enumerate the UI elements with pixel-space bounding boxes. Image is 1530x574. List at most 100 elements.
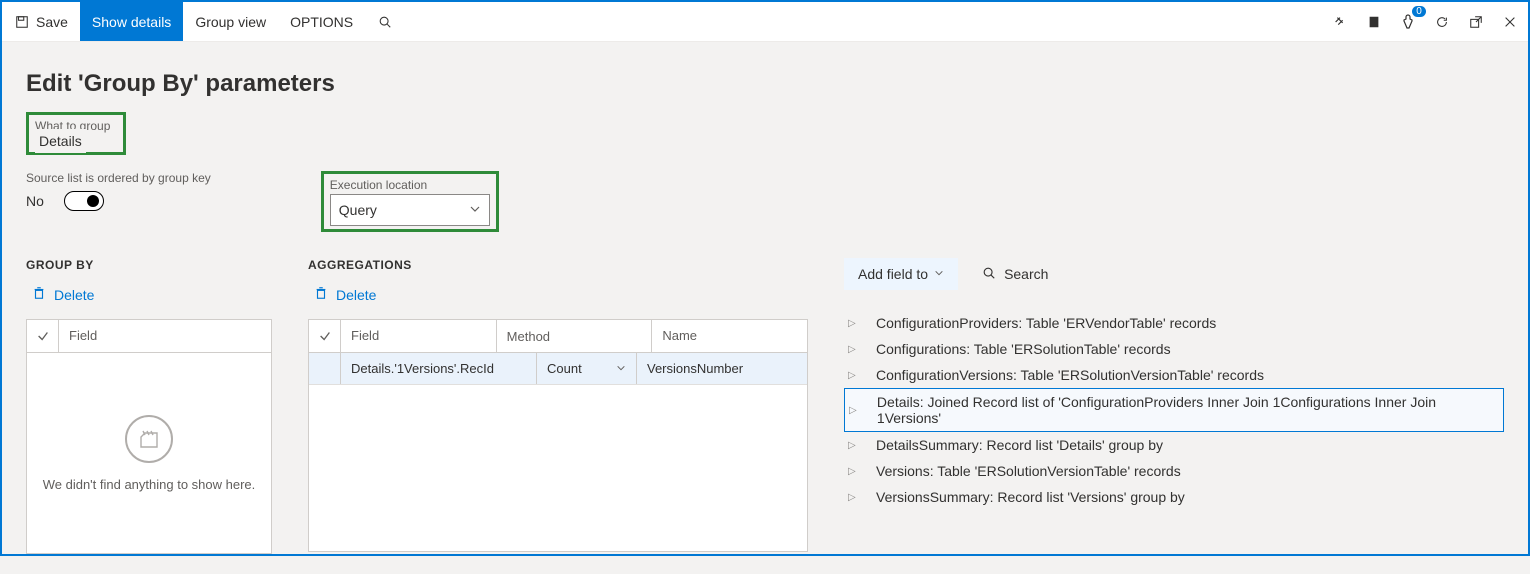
agg-col-method[interactable]: Method (497, 320, 653, 352)
show-details-label: Show details (92, 14, 171, 30)
trash-icon (32, 286, 46, 303)
group-by-grid-header: Field (27, 320, 271, 353)
show-details-button[interactable]: Show details (80, 2, 183, 41)
notif-badge: 0 (1412, 6, 1426, 17)
close-icon[interactable] (1500, 12, 1520, 32)
popout-icon[interactable] (1466, 12, 1486, 32)
group-by-section: GROUP BY Delete Field We (26, 258, 272, 554)
exec-loc-label: Execution location (330, 178, 427, 192)
chevron-down-icon (934, 267, 944, 281)
tree-item[interactable]: ▷ Details: Joined Record list of 'Configu… (844, 388, 1504, 432)
tree-toolbar: Add field to Search (844, 258, 1504, 290)
options-row: Source list is ordered by group key No E… (26, 171, 1504, 232)
attach-icon[interactable] (1330, 12, 1350, 32)
ordered-toggle[interactable] (64, 191, 104, 211)
group-by-empty: We didn't find anything to show here. (27, 353, 271, 553)
table-row[interactable]: Details.'1Versions'.RecId Count Versions… (309, 353, 807, 385)
toolbar-right: 0 (1330, 2, 1528, 41)
tree-item[interactable]: ▷ VersionsSummary: Record list 'Versions'… (844, 484, 1504, 510)
tree-item[interactable]: ▷ Configurations: Table 'ERSolutionTable'… (844, 336, 1504, 362)
page-title: Edit 'Group By' parameters (26, 70, 1504, 98)
main-columns: GROUP BY Delete Field We (26, 258, 1504, 554)
agg-col-field[interactable]: Field (341, 320, 497, 352)
tree-item-label: VersionsSummary: Record list 'Versions' … (876, 489, 1185, 505)
empty-icon (125, 415, 173, 463)
tree-search-label: Search (1004, 266, 1048, 282)
options-label: OPTIONS (290, 14, 353, 30)
search-button[interactable] (365, 2, 405, 41)
tree-item-label: ConfigurationProviders: Table 'ERVendorT… (876, 315, 1216, 331)
group-view-button[interactable]: Group view (183, 2, 278, 41)
expand-arrow-icon[interactable]: ▷ (848, 344, 858, 355)
agg-row-method-value: Count (547, 361, 582, 376)
expand-arrow-icon[interactable]: ▷ (848, 370, 858, 381)
expand-arrow-icon[interactable]: ▷ (848, 492, 858, 503)
refresh-icon[interactable] (1432, 12, 1452, 32)
action-pane: Save Show details Group view OPTIONS 0 (2, 2, 1528, 42)
exec-loc-select[interactable]: Query (330, 194, 490, 226)
office-icon[interactable] (1364, 12, 1384, 32)
what-to-group-value[interactable]: Details (35, 129, 86, 153)
tree-item-label: ConfigurationVersions: Table 'ERSolution… (876, 367, 1264, 383)
what-to-group-value-ext (126, 127, 1504, 155)
ordered-toggle-field: Source list is ordered by group key No (26, 171, 211, 211)
tree-search-button[interactable]: Search (982, 266, 1048, 283)
tree-item[interactable]: ▷ DetailsSummary: Record list 'Details' g… (844, 432, 1504, 458)
expand-arrow-icon[interactable]: ▷ (848, 318, 858, 329)
group-by-delete-label: Delete (54, 287, 94, 303)
aggregations-heading: AGGREGATIONS (308, 258, 808, 272)
search-icon (377, 14, 393, 30)
tree-item[interactable]: ▷ ConfigurationProviders: Table 'ERVendor… (844, 310, 1504, 336)
aggregations-delete-label: Delete (336, 287, 376, 303)
group-by-heading: GROUP BY (26, 258, 272, 272)
save-label: Save (36, 14, 68, 30)
group-view-label: Group view (195, 14, 266, 30)
agg-grid-whitespace (309, 385, 807, 551)
add-field-to-button[interactable]: Add field to (844, 258, 958, 290)
ordered-label: Source list is ordered by group key (26, 171, 211, 185)
agg-row-method[interactable]: Count (537, 353, 637, 384)
agg-row-field[interactable]: Details.'1Versions'.RecId (341, 353, 537, 384)
aggregations-grid-header: Field Method Name (309, 320, 807, 353)
group-by-empty-msg: We didn't find anything to show here. (43, 477, 256, 492)
select-all-checkbox[interactable] (27, 320, 59, 352)
exec-loc-value: Query (339, 202, 377, 218)
tree-item[interactable]: ▷ Versions: Table 'ERSolutionVersionTable… (844, 458, 1504, 484)
agg-row-name[interactable]: VersionsNumber (637, 353, 807, 384)
what-to-group-row: What to group Details (26, 112, 1504, 155)
options-button[interactable]: OPTIONS (278, 2, 365, 41)
tree-list: ▷ ConfigurationProviders: Table 'ERVendor… (844, 310, 1504, 510)
expand-arrow-icon[interactable]: ▷ (848, 466, 858, 477)
tree-item-label: DetailsSummary: Record list 'Details' gr… (876, 437, 1163, 453)
trash-icon (314, 286, 328, 303)
tree-item-label: Details: Joined Record list of 'Configur… (877, 394, 1499, 426)
save-button[interactable]: Save (2, 2, 80, 41)
tree-item-label: Configurations: Table 'ERSolutionTable' … (876, 341, 1171, 357)
aggregations-delete-button[interactable]: Delete (308, 286, 376, 303)
tree-item-label: Versions: Table 'ERSolutionVersionTable'… (876, 463, 1181, 479)
aggregations-grid: Field Method Name Details.'1Versions'.Re… (308, 319, 808, 552)
page-content: Edit 'Group By' parameters What to group… (2, 42, 1528, 574)
ordered-value: No (26, 193, 44, 209)
notifications-icon[interactable]: 0 (1398, 12, 1418, 32)
chevron-down-icon (469, 203, 481, 218)
group-by-col-field[interactable]: Field (59, 320, 271, 352)
row-checkbox[interactable] (309, 353, 341, 384)
chevron-down-icon (616, 362, 626, 376)
what-to-group-highlighted: What to group Details (26, 112, 126, 155)
aggregations-section: AGGREGATIONS Delete Field Method Name (308, 258, 808, 552)
group-by-delete-button[interactable]: Delete (26, 286, 94, 303)
toggle-knob (87, 195, 99, 207)
save-icon (14, 14, 30, 30)
toolbar-left: Save Show details Group view OPTIONS (2, 2, 405, 41)
expand-arrow-icon[interactable]: ▷ (848, 440, 858, 451)
tree-section: Add field to Search ▷ ConfigurationProvid… (844, 258, 1504, 510)
tree-item[interactable]: ▷ ConfigurationVersions: Table 'ERSolutio… (844, 362, 1504, 388)
group-by-grid: Field We didn't find anything to show he… (26, 319, 272, 554)
expand-arrow-icon[interactable]: ▷ (849, 405, 859, 416)
search-icon (982, 266, 996, 283)
add-field-to-label: Add field to (858, 266, 928, 282)
select-all-checkbox[interactable] (309, 320, 341, 352)
execution-location-highlighted: Execution location Query (321, 171, 499, 232)
agg-col-name[interactable]: Name (652, 320, 807, 352)
